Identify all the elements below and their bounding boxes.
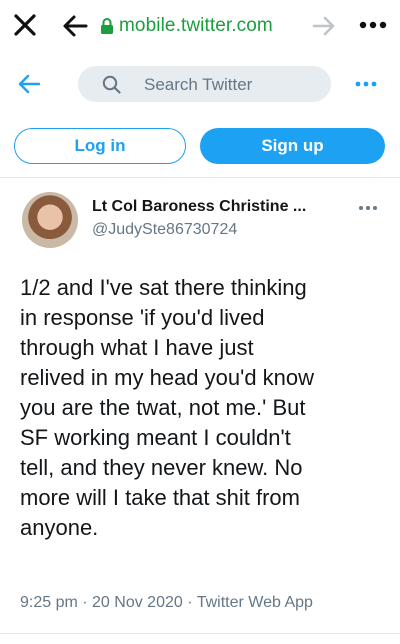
meta-separator: · xyxy=(77,594,93,611)
more-dots-icon[interactable] xyxy=(354,80,378,88)
tweet-date[interactable]: 20 Nov 2020 xyxy=(92,594,183,611)
tweet-text: 1/2 and I've sat there thinking in respo… xyxy=(20,275,315,540)
divider xyxy=(0,633,400,634)
search-icon xyxy=(102,75,121,94)
meta-separator: · xyxy=(182,594,197,611)
search-placeholder: Search Twitter xyxy=(144,75,253,94)
tweet-source[interactable]: Twitter Web App xyxy=(197,594,313,611)
arrow-left-icon[interactable] xyxy=(18,74,40,94)
more-dots-icon[interactable] xyxy=(358,18,388,32)
signup-button[interactable]: Sign up xyxy=(200,128,385,164)
lock-icon xyxy=(101,18,113,34)
address-bar[interactable]: mobile.twitter.com xyxy=(100,12,273,40)
url-text: mobile.twitter.com xyxy=(119,15,273,36)
user-handle[interactable]: @JudySte86730724 xyxy=(92,221,237,239)
arrow-right-icon[interactable] xyxy=(312,15,336,37)
twitter-header: Search Twitter xyxy=(0,52,400,116)
search-input[interactable]: Search Twitter xyxy=(78,66,331,102)
display-name[interactable]: Lt Col Baroness Christine ... xyxy=(92,198,306,216)
more-dots-icon[interactable] xyxy=(358,205,378,211)
avatar[interactable] xyxy=(22,192,78,248)
browser-toolbar: mobile.twitter.com xyxy=(0,0,400,52)
tweet-time[interactable]: 9:25 pm xyxy=(20,594,78,611)
close-icon[interactable] xyxy=(12,12,38,38)
divider xyxy=(0,177,400,178)
tweet-meta: 9:25 pm · 20 Nov 2020 · Twitter Web App xyxy=(20,594,313,612)
login-button[interactable]: Log in xyxy=(14,128,186,164)
arrow-left-icon[interactable] xyxy=(62,14,88,38)
